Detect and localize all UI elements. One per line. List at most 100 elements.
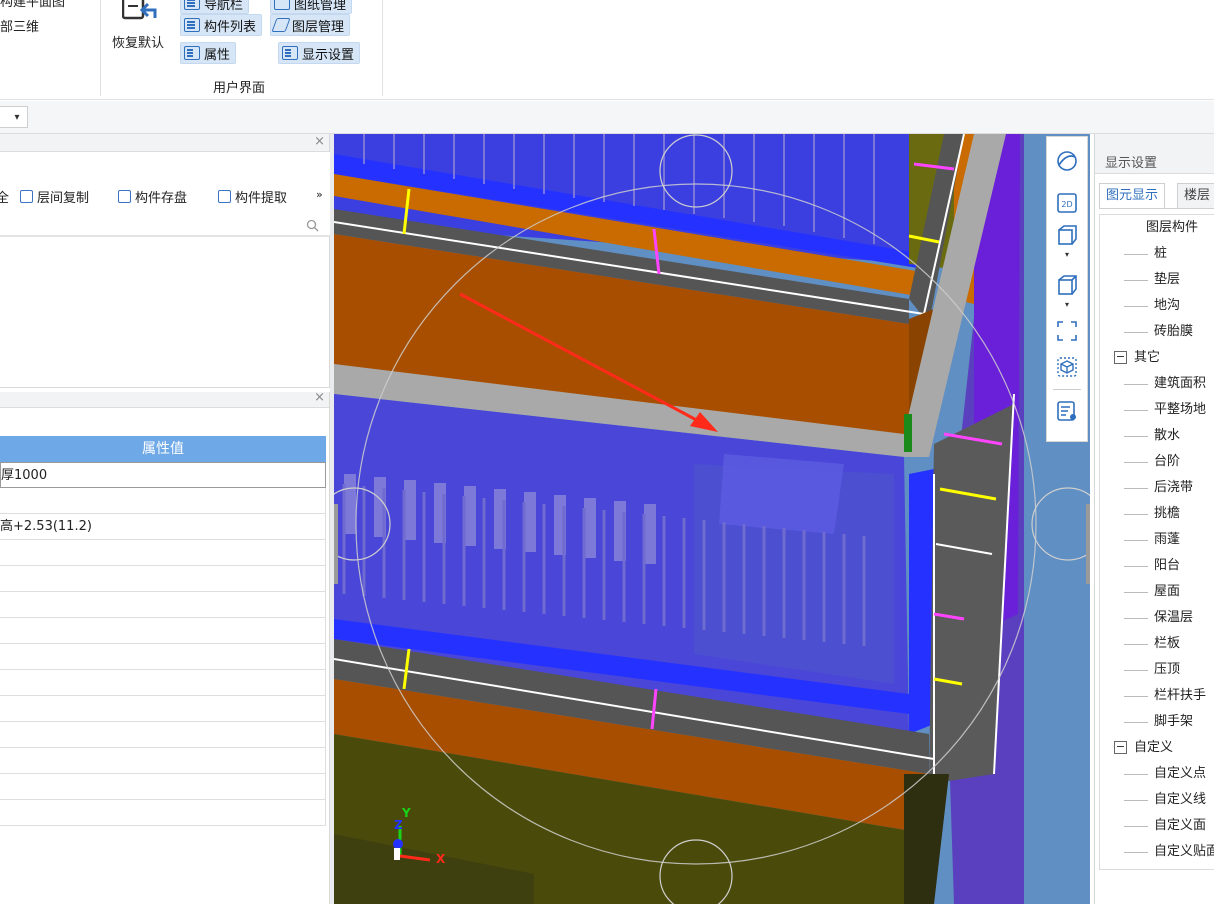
property-row[interactable] [0, 774, 326, 800]
tree-item[interactable]: 自定义贴面 [1100, 839, 1214, 865]
property-row[interactable]: 高+2.53(11.2) [0, 514, 326, 540]
display-settings-icon[interactable] [1055, 399, 1079, 423]
property-value-header: 属性值 [0, 436, 326, 462]
tree-item-label: 自定义线 [1154, 792, 1207, 807]
search-icon[interactable] [306, 219, 319, 232]
tree-item[interactable]: 台阶 [1100, 449, 1214, 475]
y-axis-label: Y [402, 806, 411, 820]
tree-item-label: 自定义面 [1154, 818, 1207, 833]
restore-default-button[interactable]: 恢复默认 [112, 0, 176, 54]
property-row[interactable] [0, 722, 326, 748]
orbit-icon[interactable] [1055, 149, 1079, 173]
property-panel: × 属性值 厚1000 高+2.53(11.2) [0, 390, 330, 904]
tree-item[interactable]: 挑檐 [1100, 501, 1214, 527]
tree-connector [1124, 462, 1148, 463]
display-settings-panel: 显示设置 图元显示 楼层 图层构件桩垫层地沟砖胎膜 − 其它 建筑面积 平整场地散水台阶… [1094, 134, 1214, 904]
property-row[interactable] [0, 800, 326, 826]
tree-item[interactable]: 屋面 [1100, 579, 1214, 605]
collapse-icon[interactable]: − [1114, 741, 1127, 754]
2d-view-icon[interactable]: 2D [1055, 191, 1079, 215]
x-axis-label: X [436, 852, 446, 866]
tree-connector [1124, 800, 1148, 801]
tree-item[interactable]: 栏板 [1100, 631, 1214, 657]
chevron-down-icon[interactable]: ▾ [1065, 250, 1069, 259]
restore-default-icon [122, 0, 157, 20]
nav-tree-button[interactable]: 导航栏 [180, 0, 250, 14]
tree-item[interactable]: 砖胎膜 [1100, 319, 1214, 345]
drawing-management-button[interactable]: 图纸管理 [270, 0, 353, 14]
tree-connector [1124, 618, 1148, 619]
tree-item[interactable]: 散水 [1100, 423, 1214, 449]
tree-item-label: 挑檐 [1154, 506, 1181, 521]
property-row[interactable] [0, 748, 326, 774]
extract-component-button[interactable]: 构件提取 [218, 187, 287, 206]
tree-item-label: 图层构件 [1146, 220, 1199, 235]
property-row[interactable] [0, 618, 326, 644]
isometric-view-icon[interactable] [1055, 355, 1079, 379]
building-model-render [334, 134, 1090, 904]
display-settings-title: 显示设置 [1095, 134, 1214, 174]
close-icon[interactable]: × [314, 390, 325, 405]
layer-management-button[interactable]: 图层管理 [270, 14, 351, 36]
tree-item[interactable]: 阳台 [1100, 553, 1214, 579]
tree-item[interactable]: 栏杆扶手 [1100, 683, 1214, 709]
more-tools-icon[interactable]: » [316, 188, 323, 201]
tree-connector [1124, 644, 1148, 645]
fullscreen-icon[interactable] [1055, 319, 1079, 343]
component-list-button[interactable]: 构件列表 [180, 14, 263, 36]
toolstrip-divider [1053, 389, 1081, 390]
tree-item[interactable]: 平整场地 [1100, 397, 1214, 423]
tree-group[interactable]: − 自定义 [1100, 735, 1214, 761]
tree-connector [1124, 566, 1148, 567]
tree-item[interactable]: 自定义面 [1100, 813, 1214, 839]
tree-item[interactable]: 保温层 [1100, 605, 1214, 631]
floor-copy-button[interactable]: 层间复制 [20, 187, 89, 206]
tab-element-display[interactable]: 图元显示 [1099, 183, 1166, 209]
property-row[interactable]: 厚1000 [0, 462, 326, 488]
tab-floor[interactable]: 楼层 [1177, 183, 1214, 209]
tree-item[interactable]: 雨蓬 [1100, 527, 1214, 553]
tree-item[interactable]: 自定义线 [1100, 787, 1214, 813]
tree-item[interactable]: 垫层 [1100, 267, 1214, 293]
tree-item-label: 砖胎膜 [1154, 324, 1194, 339]
property-row[interactable] [0, 644, 326, 670]
partial-toolbar-button[interactable]: 全 [0, 187, 9, 206]
collapse-icon[interactable]: − [1114, 351, 1127, 364]
3d-viewport[interactable]: Y Z X [334, 134, 1090, 904]
property-row[interactable] [0, 696, 326, 722]
save-component-button[interactable]: 构件存盘 [118, 187, 187, 206]
component-search-input[interactable] [0, 215, 330, 237]
property-table: 属性值 厚1000 高+2.53(11.2) [0, 436, 326, 826]
display-settings-button[interactable]: 显示设置 [278, 42, 361, 64]
tree-group[interactable]: − 其它 [1100, 345, 1214, 371]
tree-item[interactable]: 脚手架 [1100, 709, 1214, 735]
tree-item-label: 散水 [1154, 428, 1181, 443]
property-row[interactable] [0, 540, 326, 566]
3d-box-view-icon[interactable] [1055, 223, 1079, 247]
tree-item[interactable]: 图层构件 [1100, 215, 1214, 241]
tree-item[interactable]: 后浇带 [1100, 475, 1214, 501]
tree-connector [1124, 384, 1148, 385]
ribbon-partial-item[interactable]: 构建平面图 [0, 0, 65, 10]
tree-item[interactable]: 自定义点 [1100, 761, 1214, 787]
tree-item-label: 压顶 [1154, 662, 1181, 677]
cube-view-icon[interactable] [1055, 273, 1079, 297]
tree-item-label: 地沟 [1154, 298, 1181, 313]
ribbon-3d-item[interactable]: 部三维 [0, 16, 39, 35]
extract-component-label: 构件提取 [235, 191, 288, 206]
properties-button[interactable]: 属性 [180, 42, 237, 64]
chevron-down-icon[interactable]: ▾ [1065, 300, 1069, 309]
floor-dropdown[interactable]: ▾ [0, 106, 28, 128]
property-row[interactable] [0, 592, 326, 618]
tree-item-label: 阳台 [1154, 558, 1181, 573]
tree-item[interactable]: 建筑面积 [1100, 371, 1214, 397]
tree-connector [1124, 514, 1148, 515]
property-row[interactable] [0, 670, 326, 696]
tree-item[interactable]: 地沟 [1100, 293, 1214, 319]
tree-item[interactable]: 桩 [1100, 241, 1214, 267]
tree-connector [1124, 722, 1148, 723]
property-row[interactable] [0, 488, 326, 514]
tree-item[interactable]: 压顶 [1100, 657, 1214, 683]
property-row[interactable] [0, 566, 326, 592]
close-icon[interactable]: × [314, 134, 325, 149]
